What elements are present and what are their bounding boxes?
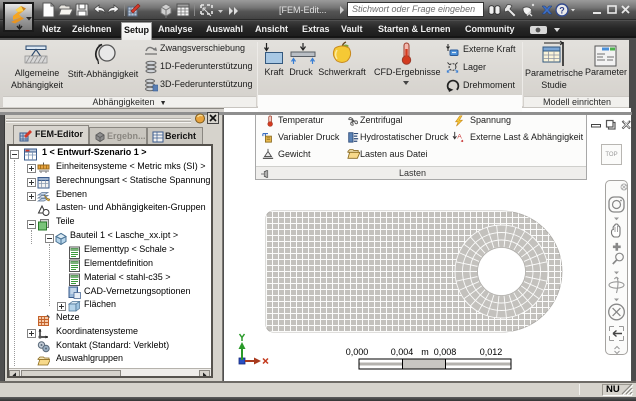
svg-text:m: m [421,347,429,357]
svg-text:0,004: 0,004 [391,347,414,357]
svg-text:0,008: 0,008 [434,347,457,357]
svg-text:A: A [457,134,462,141]
svg-text:?: ? [559,6,565,16]
svg-text:0,000: 0,000 [346,347,369,357]
svg-text:0,012: 0,012 [480,347,503,357]
